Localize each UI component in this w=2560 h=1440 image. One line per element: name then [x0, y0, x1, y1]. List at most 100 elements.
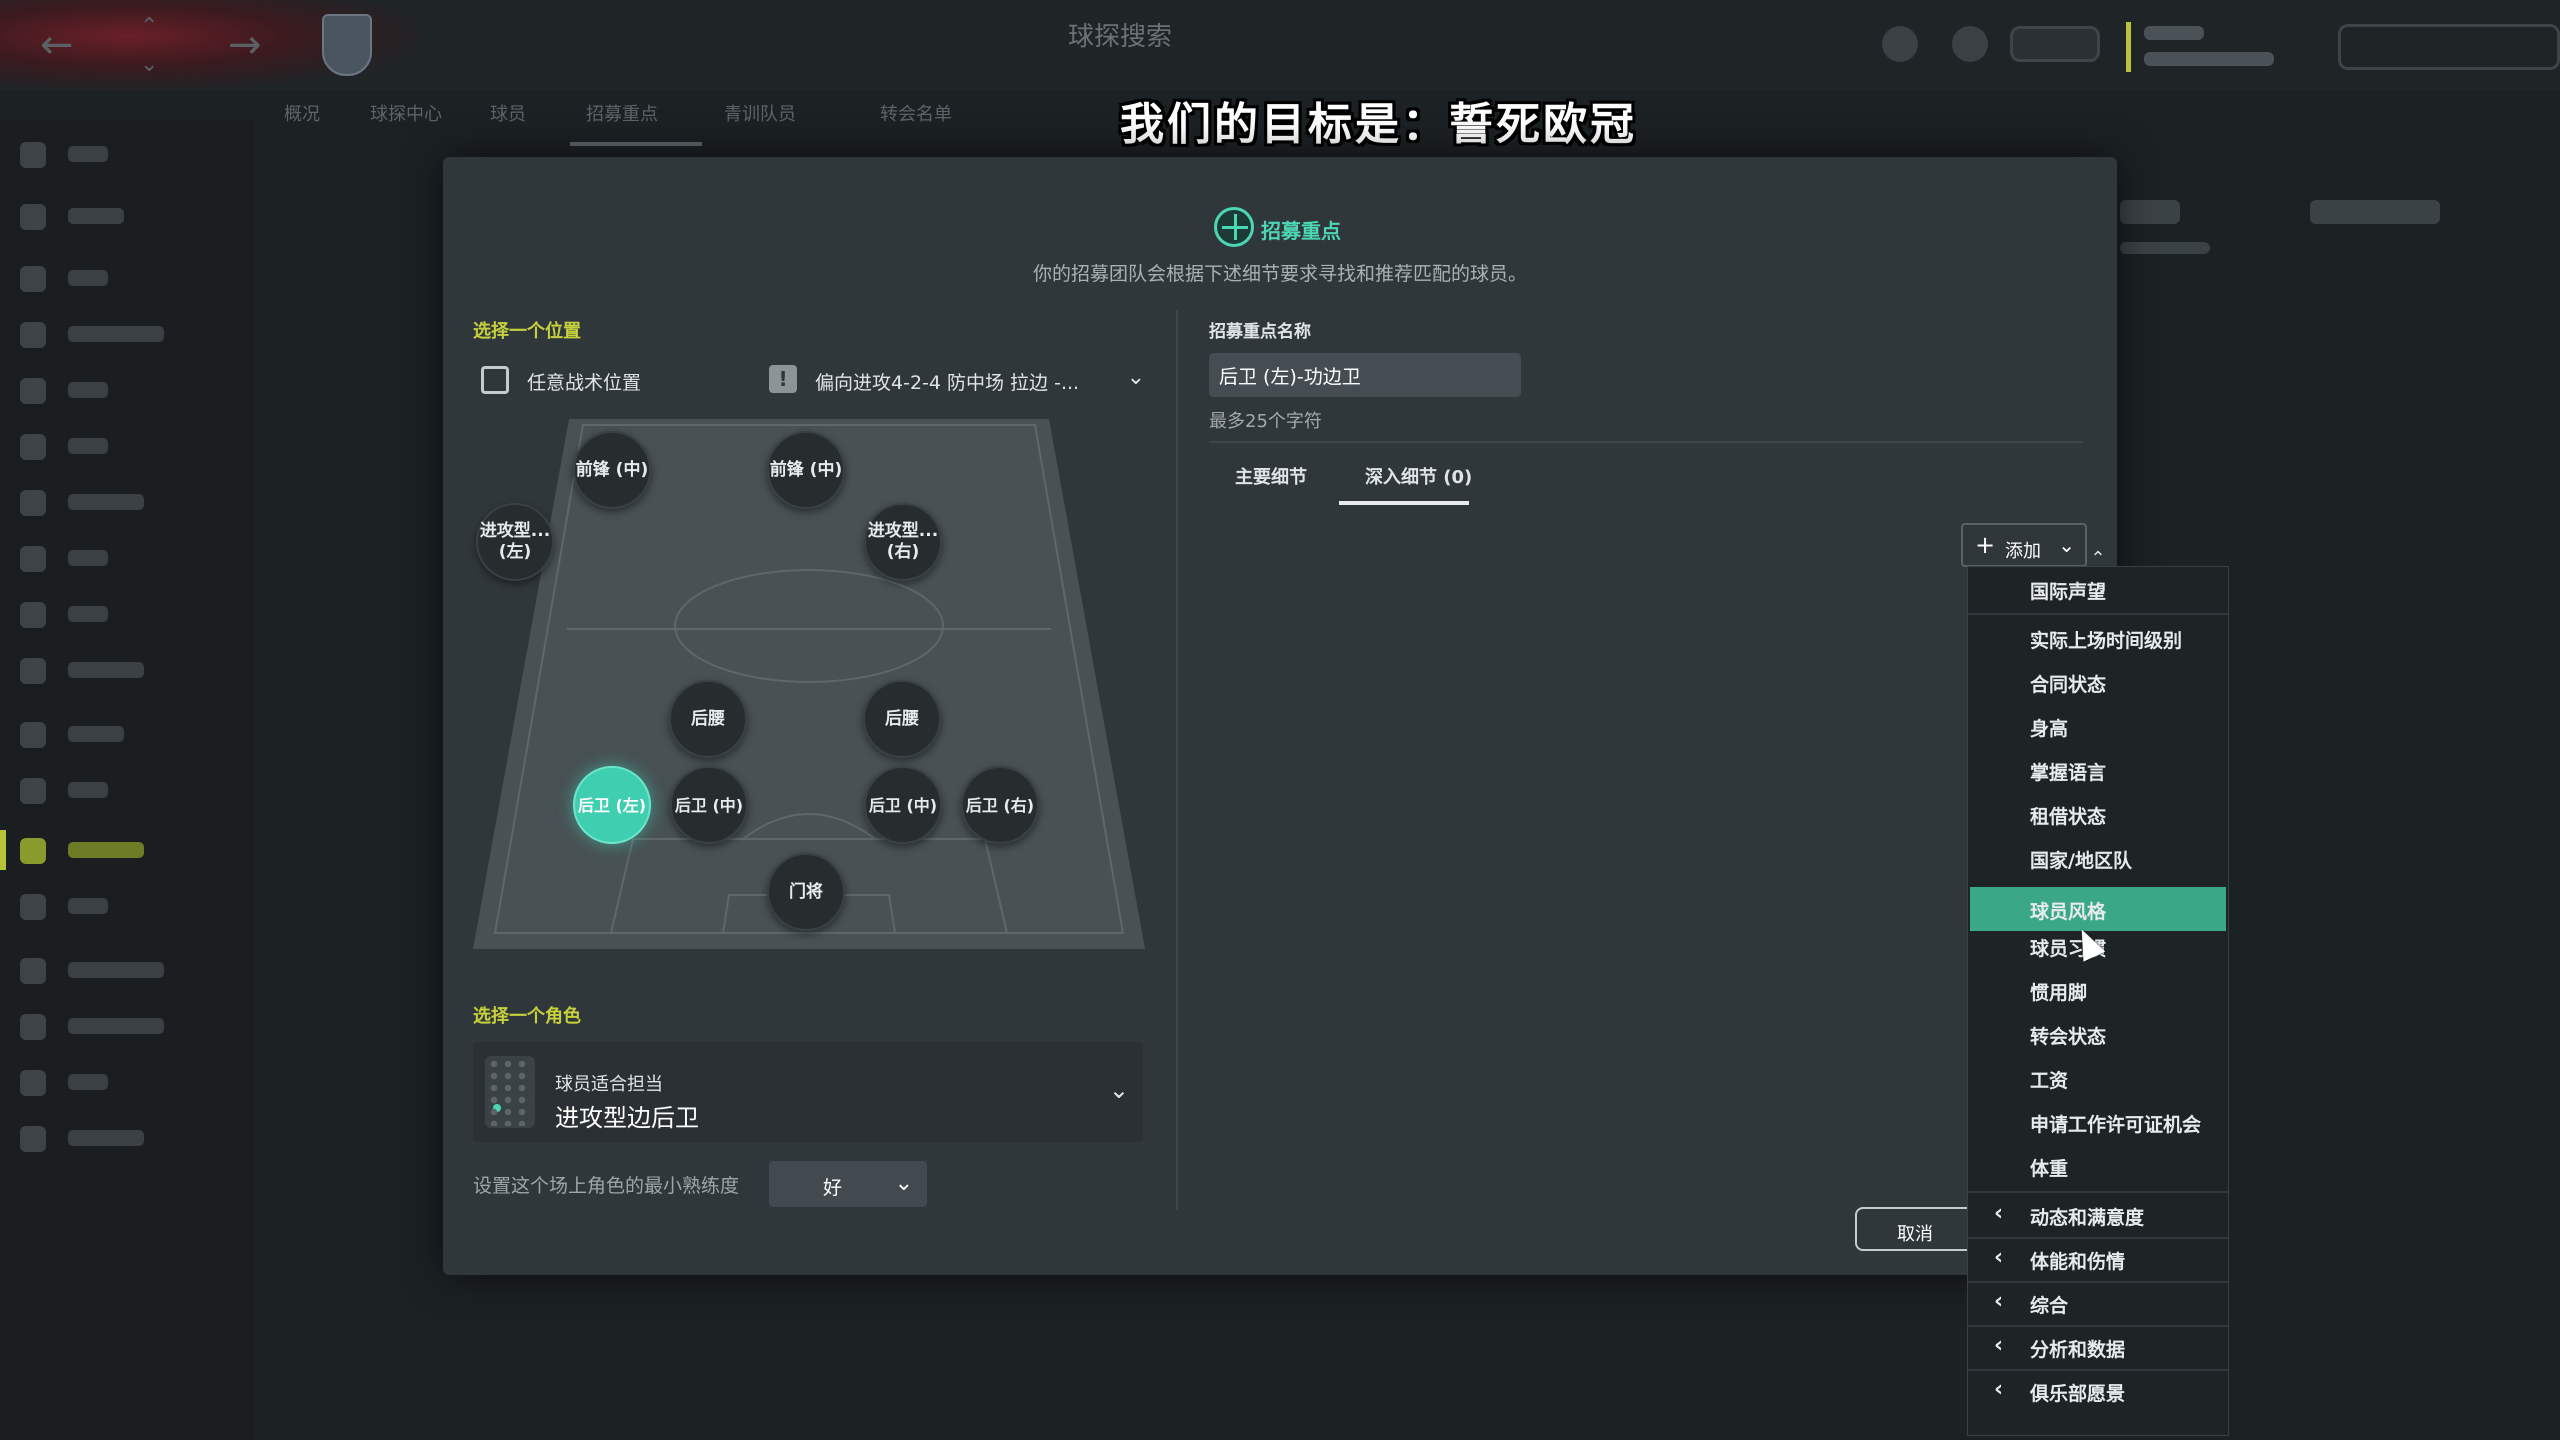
position-gk[interactable]: 门将	[767, 853, 845, 931]
sidebar-item-club-vision[interactable]	[20, 1006, 240, 1046]
subnav-overview[interactable]: 概况	[284, 100, 320, 144]
date-indicator	[2126, 22, 2131, 72]
sidebar-item-home[interactable]	[20, 134, 240, 174]
sidebar-item-dynamics[interactable]	[20, 314, 240, 354]
menu-item-wage[interactable]: 工资	[1968, 1056, 2228, 1100]
sidebar-item-reports[interactable]	[20, 538, 240, 578]
any-position-label: 任意战术位置	[527, 372, 642, 394]
sidebar-item-competitions[interactable]	[20, 770, 240, 810]
chevron-left-icon: ‹	[1994, 1289, 2004, 1314]
sidebar-item-scouting[interactable]	[20, 830, 240, 870]
position-dl[interactable]: 后卫 (左)	[573, 766, 651, 844]
submenu-club-vision[interactable]: ‹ 俱乐部愿景	[1968, 1369, 2228, 1413]
add-criteria-dropdown: 国际声望 实际上场时间级别 合同状态 身高 掌握语言 租借状态 国家/地区队 球…	[1967, 566, 2229, 1436]
subnav-transfer-list[interactable]: 转会名单	[880, 100, 952, 144]
submenu-general[interactable]: ‹ 综合	[1968, 1281, 2228, 1325]
screen-title: 球探搜索	[1067, 22, 1172, 52]
position-dm-right[interactable]: 后腰	[863, 680, 941, 758]
menu-item-preferred-foot[interactable]: 惯用脚	[1968, 968, 2228, 1012]
subnav-scout-center[interactable]: 球探中心	[370, 100, 442, 144]
menu-item-transfer-status[interactable]: 转会状态	[1968, 1012, 2228, 1056]
globe-icon[interactable]	[1882, 26, 1918, 62]
any-position-checkbox[interactable]: 任意战术位置	[481, 362, 741, 396]
home-icon	[20, 142, 46, 168]
sidebar-item-finances[interactable]	[20, 1062, 240, 1102]
menu-item-national-team[interactable]: 国家/地区队	[1968, 836, 2228, 880]
position-label: 进攻型... (右)	[867, 521, 939, 562]
sidebar-active-indicator	[0, 830, 6, 870]
role-select[interactable]: 球员适合担当 进攻型边后卫 ⌄	[473, 1042, 1143, 1142]
position-label: 后卫 (左)	[577, 795, 647, 815]
column-divider	[1176, 310, 1178, 1210]
settings-icon[interactable]	[2010, 26, 2100, 62]
add-criteria-button[interactable]: + 添加 ⌄	[1961, 523, 2087, 567]
sidebar-item-inbox[interactable]	[20, 196, 240, 236]
sidebar-item-squad[interactable]	[20, 258, 240, 298]
submenu-analytics[interactable]: ‹ 分析和数据	[1968, 1325, 2228, 1369]
tab-advanced-details[interactable]: 深入细节 (0)	[1365, 463, 1472, 489]
cancel-button[interactable]: 取消	[1855, 1207, 1975, 1251]
top-bar: ← ⌃ ⌄ → 球探搜索	[0, 0, 2560, 90]
inbox-icon	[20, 204, 46, 230]
position-st-left[interactable]: 前锋 (中)	[573, 431, 651, 509]
subnav-players[interactable]: 球员	[490, 100, 526, 144]
submenu-fitness[interactable]: ‹ 体能和伤情	[1968, 1237, 2228, 1281]
training-icon	[20, 602, 46, 628]
focus-name-label: 招募重点名称	[1209, 322, 1311, 342]
menu-item-languages[interactable]: 掌握语言	[1968, 748, 2228, 792]
menu-item-contract-status[interactable]: 合同状态	[1968, 660, 2228, 704]
sidebar-item-medical[interactable]	[20, 650, 240, 690]
menu-item-playing-time[interactable]: 实际上场时间级别	[1968, 616, 2228, 660]
sidebar-item-tactics[interactable]	[20, 426, 240, 466]
sidebar-item-dev-center[interactable]	[20, 1118, 240, 1158]
menu-item-international-reputation[interactable]: 国际声望	[1968, 567, 2228, 611]
proficiency-select[interactable]: 好 ⌄	[769, 1161, 927, 1207]
chevron-down-icon: ⌄	[1126, 365, 1145, 390]
position-dr[interactable]: 后卫 (右)	[961, 766, 1039, 844]
back-arrow-icon[interactable]: ←	[40, 22, 74, 68]
continue-button[interactable]	[2338, 24, 2560, 70]
chevron-down-icon: ⌄	[894, 1171, 913, 1196]
menu-item-height[interactable]: 身高	[1968, 704, 2228, 748]
chart-icon	[20, 490, 46, 516]
chevron-down-icon[interactable]: ⌄	[140, 52, 158, 77]
transfer-icon	[20, 894, 46, 920]
add-button-label: 添加	[2005, 541, 2041, 562]
position-dc-right[interactable]: 后卫 (中)	[864, 766, 942, 844]
menu-item-work-permit[interactable]: 申请工作许可证机会	[1968, 1100, 2228, 1144]
proficiency-label: 设置这个场上角色的最小熟练度	[473, 1175, 740, 1197]
sidebar-item-club-info[interactable]	[20, 950, 240, 990]
sidebar-item-data-hub[interactable]	[20, 482, 240, 522]
tab-main-details[interactable]: 主要细节	[1235, 463, 1307, 489]
chevron-down-icon: ⌄	[1108, 1076, 1129, 1104]
chevron-up-icon[interactable]: ⌃	[140, 14, 158, 39]
formation-select[interactable]: ! 偏向进攻4-2-4 防中场 拉边 -... ⌄	[769, 359, 1149, 399]
forward-arrow-icon[interactable]: →	[228, 22, 262, 68]
submenu-dynamics[interactable]: ‹ 动态和满意度	[1968, 1193, 2228, 1237]
plus-icon: +	[1975, 531, 1996, 559]
focus-name-input[interactable]	[1209, 353, 1521, 397]
position-am-left[interactable]: 进攻型... (左)	[476, 503, 554, 581]
position-dc-left[interactable]: 后卫 (中)	[670, 766, 748, 844]
position-st-right[interactable]: 前锋 (中)	[767, 431, 845, 509]
menu-item-weight[interactable]: 体重	[1968, 1144, 2228, 1188]
sidebar-item-transfers[interactable]	[20, 886, 240, 926]
growth-icon	[20, 1126, 46, 1152]
formation-value: 偏向进攻4-2-4 防中场 拉边 -...	[815, 372, 1080, 394]
sidebar-item-calendar[interactable]	[20, 714, 240, 754]
chevron-left-icon: ‹	[1994, 1245, 2004, 1270]
sidebar-item-training[interactable]	[20, 594, 240, 634]
position-label: 前锋 (中)	[575, 459, 649, 480]
menu-item-loan-status[interactable]: 租借状态	[1968, 792, 2228, 836]
position-dm-left[interactable]: 后腰	[669, 680, 747, 758]
position-am-right[interactable]: 进攻型... (右)	[864, 503, 942, 581]
sidebar-item-staff[interactable]	[20, 370, 240, 410]
subnav-focus[interactable]: 招募重点	[586, 100, 658, 144]
checkbox-box[interactable]	[481, 366, 509, 394]
crosshair-icon	[1214, 207, 1254, 247]
subnav-youth[interactable]: 青训队员	[724, 100, 796, 144]
tabs-divider	[1209, 441, 2083, 443]
help-icon[interactable]	[1952, 26, 1988, 62]
club-crest-icon[interactable]	[322, 14, 372, 76]
position-label: 前锋 (中)	[769, 459, 843, 480]
